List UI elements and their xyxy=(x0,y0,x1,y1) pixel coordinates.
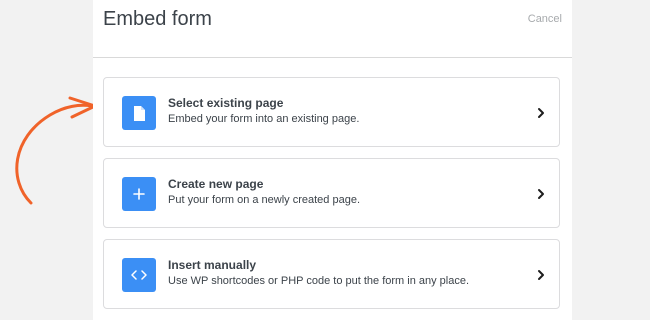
plus-icon xyxy=(122,177,156,211)
option-insert-manually[interactable]: Insert manually Use WP shortcodes or PHP… xyxy=(103,239,560,309)
embed-form-dialog: Embed form Cancel Select existing page E… xyxy=(93,0,572,320)
option-create-new-page[interactable]: Create new page Put your form on a newly… xyxy=(103,158,560,228)
chevron-right-icon xyxy=(538,108,544,118)
option-description: Use WP shortcodes or PHP code to put the… xyxy=(168,275,470,287)
option-title: Select existing page xyxy=(168,96,284,110)
option-title: Create new page xyxy=(168,177,264,191)
option-description: Embed your form into an existing page. xyxy=(168,113,360,125)
dialog-title: Embed form xyxy=(103,8,212,30)
code-icon xyxy=(122,258,156,292)
option-description: Put your form on a newly created page. xyxy=(168,194,360,206)
chevron-right-icon xyxy=(538,189,544,199)
option-title: Insert manually xyxy=(168,258,257,272)
cancel-button[interactable]: Cancel xyxy=(528,12,562,26)
dialog-header: Embed form Cancel xyxy=(93,0,572,58)
option-select-existing-page[interactable]: Select existing page Embed your form int… xyxy=(103,77,560,147)
chevron-right-icon xyxy=(538,270,544,280)
page-icon xyxy=(122,96,156,130)
